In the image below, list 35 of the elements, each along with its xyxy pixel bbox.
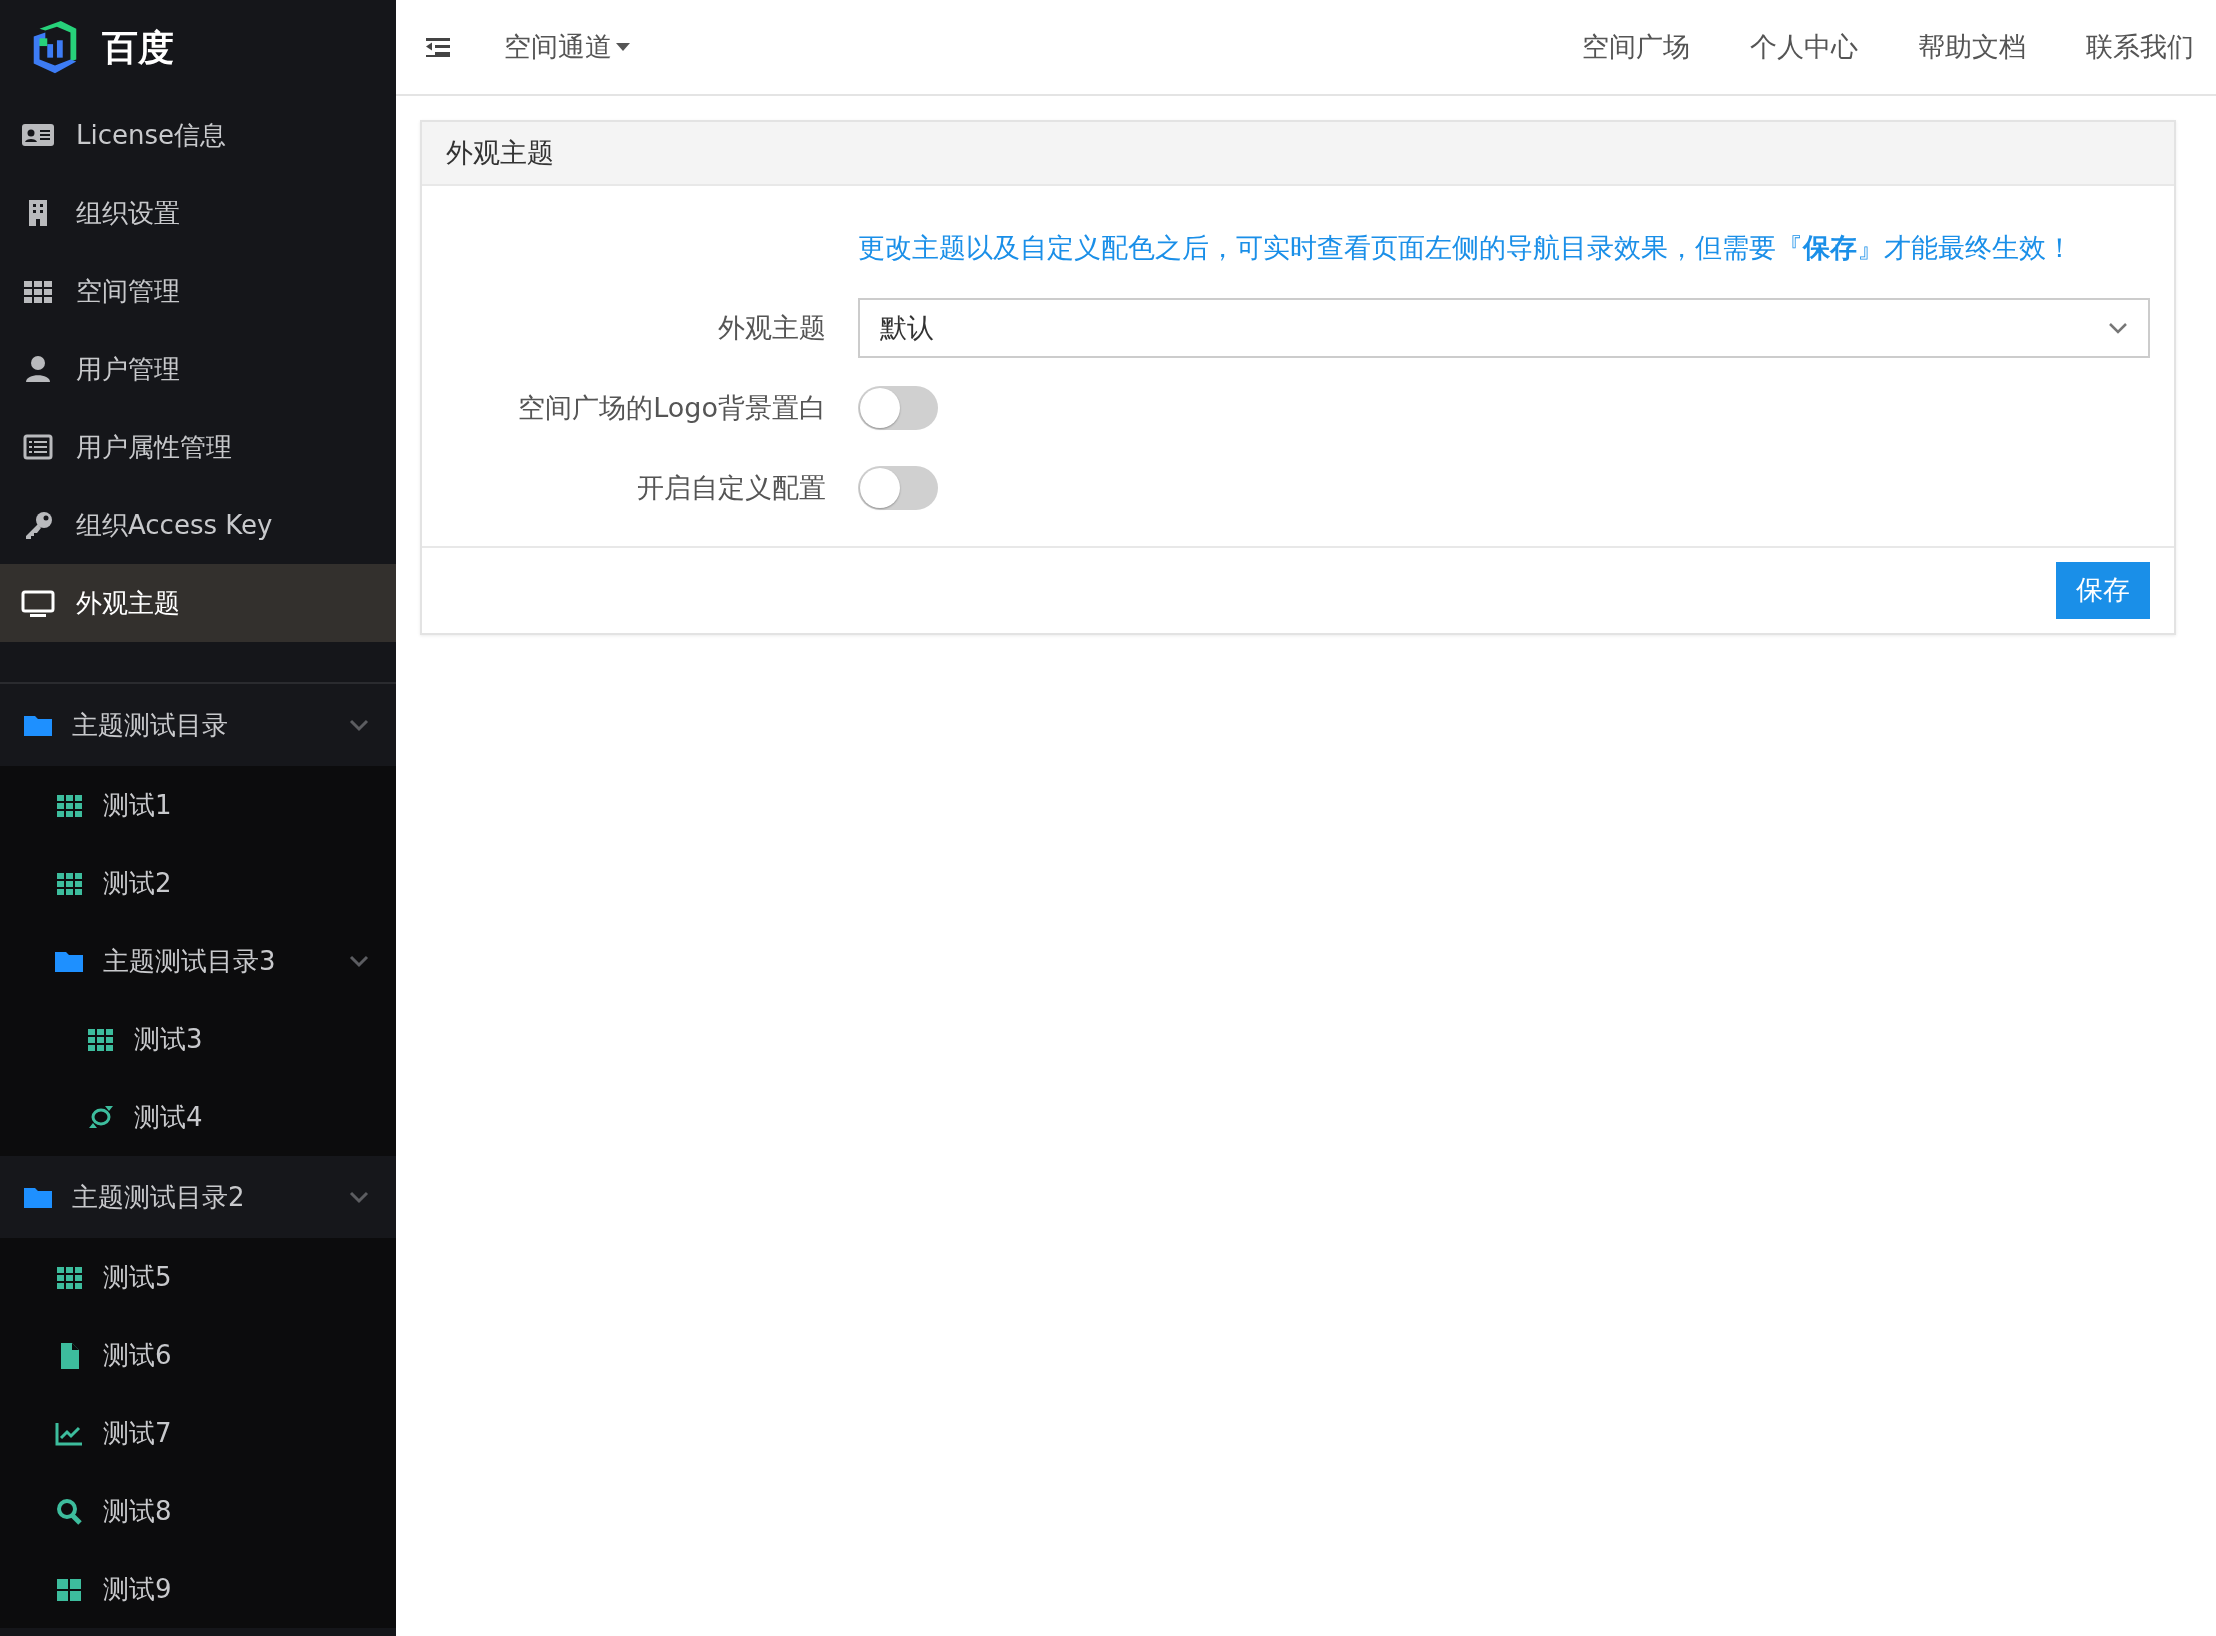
collapse-menu-icon — [424, 35, 452, 59]
sidebar-item[interactable]: 用户属性管理 — [0, 408, 396, 486]
field-label: 空间广场的Logo背景置白 — [517, 390, 827, 425]
nav-item[interactable]: 测试5 — [0, 1238, 396, 1316]
hint-text: 更改主题以及自定义配色之后，可实时查看页面左侧的导航目录效果，但需要『保存』才能最终生效！ — [858, 230, 2073, 265]
nav-item[interactable]: 测试2 — [0, 844, 396, 922]
nav-item[interactable]: 测试3 — [0, 1000, 396, 1078]
field-label: 外观主题 — [717, 310, 827, 345]
nav-item[interactable]: 测试6 — [0, 1316, 396, 1394]
theme-select[interactable]: 默认 — [858, 298, 2150, 358]
card-title: 外观主题 — [422, 122, 2174, 186]
field-label: 开启自定义配置 — [636, 470, 827, 505]
sidebar-item[interactable]: License信息 — [0, 96, 396, 174]
sidebar-item[interactable]: 组织Access Key — [0, 486, 396, 564]
toggle-switch[interactable] — [858, 386, 938, 430]
nav-link[interactable]: 空间广场 — [1582, 26, 1690, 68]
nav-item[interactable]: 测试8 — [0, 1472, 396, 1550]
dropdown-menu-toggle[interactable]: 空间通道 — [504, 26, 630, 68]
sidebar-item[interactable]: 空间管理 — [0, 252, 396, 330]
sidebar-item[interactable]: 外观主题 — [0, 564, 396, 642]
sidebar-item[interactable]: 用户管理 — [0, 330, 396, 408]
nav-link[interactable]: 联系我们 — [2086, 26, 2194, 68]
monitor-icon — [20, 588, 56, 618]
nav-item[interactable]: 测试7 — [0, 1394, 396, 1472]
toggle-switch[interactable] — [858, 466, 938, 510]
nav-item[interactable]: 测试9 — [0, 1550, 396, 1628]
folder-item[interactable]: 主题测试目录3 — [0, 922, 396, 1000]
sidebar-item[interactable]: 组织设置 — [0, 174, 396, 252]
logo-text: 百度 — [102, 26, 174, 70]
nav-link[interactable]: 帮助文档 — [1918, 26, 2026, 68]
nav-item[interactable]: 测试1 — [0, 766, 396, 844]
caret-icon — [616, 43, 630, 51]
chevron-down-icon — [2108, 322, 2128, 334]
nav-link[interactable]: 个人中心 — [1750, 26, 1858, 68]
nav-item[interactable]: 测试4 — [0, 1078, 396, 1156]
